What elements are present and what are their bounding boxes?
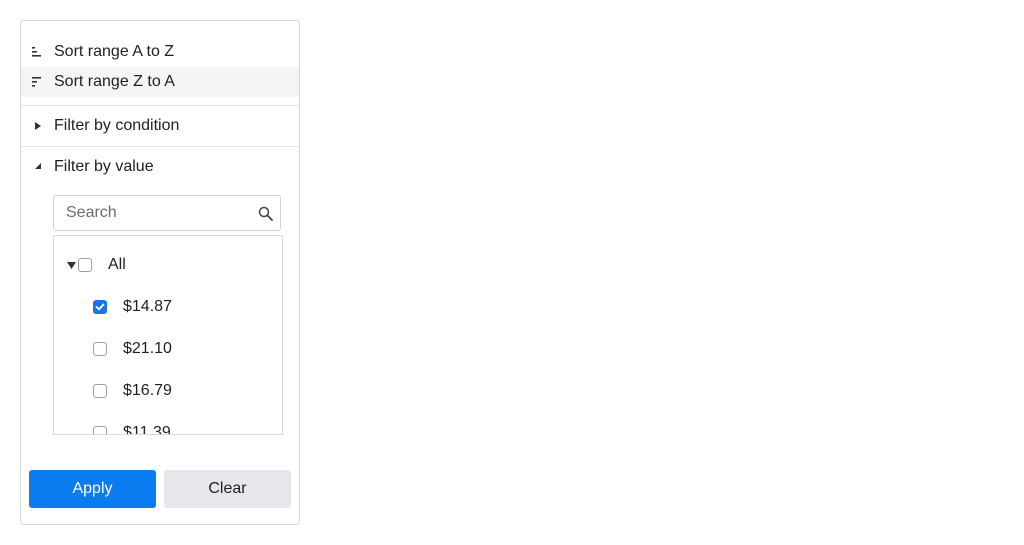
value-checkbox[interactable] bbox=[93, 384, 107, 398]
filter-by-value-header[interactable]: Filter by value bbox=[21, 147, 299, 187]
value-label: $11.39 bbox=[123, 424, 171, 435]
sort-descending-icon bbox=[32, 76, 44, 88]
filter-by-value-section: Filter by value All bbox=[21, 147, 299, 443]
value-label: $14.87 bbox=[123, 298, 172, 315]
all-checkbox[interactable] bbox=[78, 258, 92, 272]
value-checkbox[interactable] bbox=[93, 342, 107, 356]
sort-desc-item[interactable]: Sort range Z to A bbox=[21, 67, 299, 97]
clear-button[interactable]: Clear bbox=[164, 470, 291, 508]
search-input[interactable] bbox=[54, 196, 256, 230]
list-item: $11.39 bbox=[54, 412, 282, 435]
checkmark-icon bbox=[95, 303, 105, 311]
sort-section: Sort range A to Z Sort range Z to A bbox=[21, 21, 299, 106]
sort-desc-label: Sort range Z to A bbox=[54, 73, 175, 90]
filter-by-condition-label: Filter by condition bbox=[54, 117, 180, 134]
all-label: All bbox=[108, 256, 126, 273]
search-box bbox=[53, 195, 281, 231]
list-item: $21.10 bbox=[54, 328, 282, 370]
value-checkbox[interactable] bbox=[93, 426, 107, 434]
filter-dropdown-panel: Sort range A to Z Sort range Z to A Filt… bbox=[20, 20, 300, 525]
sort-asc-label: Sort range A to Z bbox=[54, 43, 175, 60]
caret-right-icon bbox=[33, 121, 43, 131]
list-item: $16.79 bbox=[54, 370, 282, 412]
filter-by-condition-section: Filter by condition bbox=[21, 106, 299, 147]
sort-ascending-icon bbox=[32, 46, 44, 58]
search-icon bbox=[258, 206, 274, 222]
value-label: $21.10 bbox=[123, 340, 172, 357]
value-row-all: All bbox=[54, 244, 282, 286]
caret-up-icon bbox=[33, 162, 43, 172]
value-checkbox[interactable] bbox=[93, 300, 107, 314]
action-buttons: Apply Clear bbox=[29, 470, 291, 508]
filter-by-condition-header[interactable]: Filter by condition bbox=[21, 106, 299, 146]
value-list[interactable]: All $14.87 $21.10 $16.79 $11.39 bbox=[53, 235, 283, 435]
apply-button[interactable]: Apply bbox=[29, 470, 156, 508]
value-label: $16.79 bbox=[123, 382, 172, 399]
sort-asc-item[interactable]: Sort range A to Z bbox=[21, 37, 299, 67]
list-item: $14.87 bbox=[54, 286, 282, 328]
caret-down-icon[interactable] bbox=[66, 260, 76, 270]
filter-by-value-label: Filter by value bbox=[54, 158, 154, 175]
